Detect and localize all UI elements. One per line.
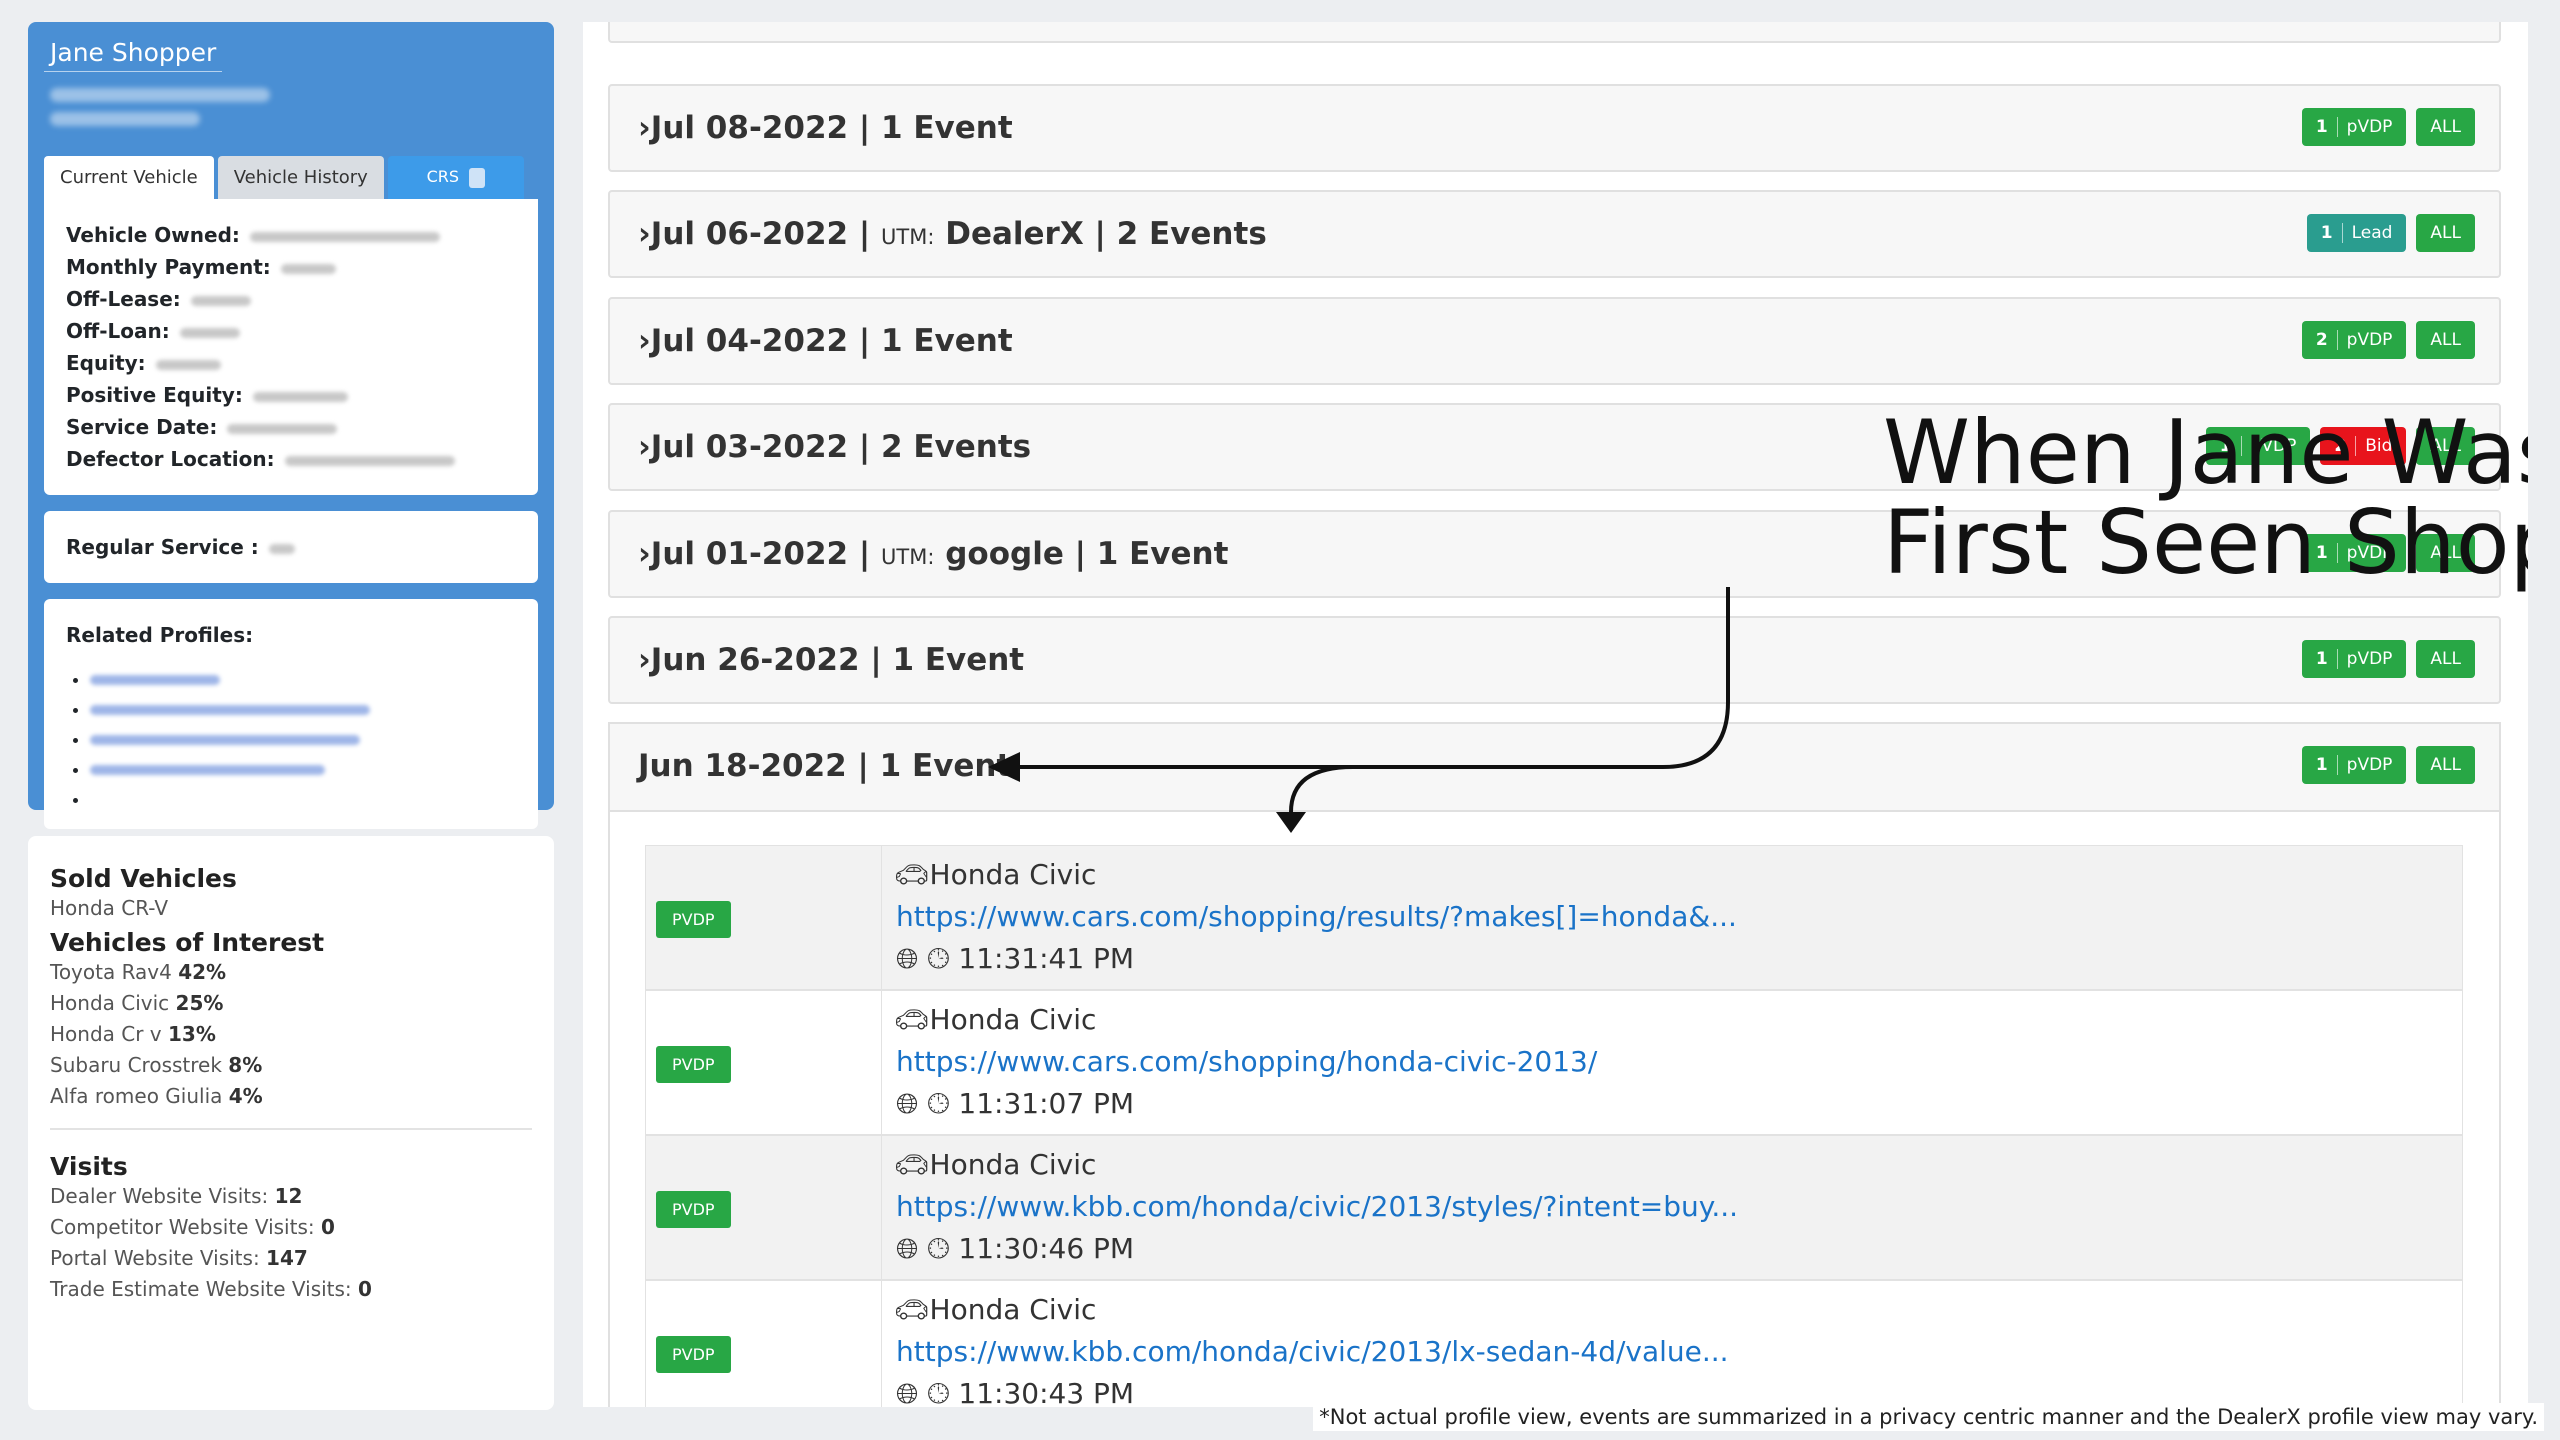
interest-item: Subaru Crosstrek 8% — [50, 1050, 532, 1081]
field-label: Defector Location — [66, 447, 267, 471]
session-timeline: ›Jul 22-2022 | 1 Event1pVDPALL›Jul 08-20… — [583, 22, 2528, 1407]
visit-value: 0 — [320, 1215, 335, 1239]
interest-name: Subaru Crosstrek — [50, 1053, 222, 1077]
related-profile-link[interactable] — [90, 789, 516, 819]
annotation-text: When Jane WasFirst Seen Shopping — [1883, 408, 2528, 588]
profile-tabs: Current Vehicle Vehicle History CRS — [44, 156, 538, 199]
redacted-email — [50, 88, 270, 102]
tab-current-vehicle[interactable]: Current Vehicle — [44, 156, 214, 199]
field-service-date: Service Date: — [66, 411, 516, 443]
visit-value: 12 — [274, 1184, 303, 1208]
arrow-head — [988, 752, 1020, 782]
sold-vehicles-title: Sold Vehicles — [50, 864, 237, 893]
arrow-line — [1289, 765, 1433, 813]
footnote: *Not actual profile view, events are sum… — [1313, 1403, 2544, 1431]
related-profiles-card: Related Profiles: — [44, 599, 538, 829]
interest-pct: 4% — [228, 1084, 263, 1108]
visit-stat: Portal Website Visits: 147 — [50, 1243, 532, 1274]
visit-label: Dealer Website Visits: — [50, 1184, 269, 1208]
arrow-head — [1276, 812, 1306, 833]
field-off-loan: Off-Loan: — [66, 315, 516, 347]
related-profiles-list — [90, 669, 516, 819]
interest-item: Honda Civic 25% — [50, 988, 532, 1019]
tab-crs-label: CRS — [426, 167, 460, 186]
related-profiles-label: Related Profiles: — [66, 623, 254, 647]
field-regular-service: Regular Service : — [66, 531, 516, 563]
field-label: Positive Equity — [66, 383, 235, 407]
visit-stat: Competitor Website Visits: 0 — [50, 1212, 532, 1243]
field-label: Service Date — [66, 415, 210, 439]
annotation-line: When Jane Was — [1883, 401, 2528, 504]
field-vehicle-owned: Vehicle Owned: — [66, 219, 516, 251]
annotation-line: First Seen Shopping — [1883, 491, 2528, 594]
field-positive-equity: Positive Equity: — [66, 379, 516, 411]
related-profile-link[interactable] — [90, 669, 516, 699]
field-label: Equity — [66, 351, 138, 375]
interest-name: Alfa romeo Giulia — [50, 1084, 223, 1108]
field-label: Regular Service : — [66, 535, 259, 559]
visits-title: Visits — [50, 1152, 128, 1181]
interest-pct: 13% — [168, 1022, 216, 1046]
annotation-arrows — [988, 587, 1730, 833]
field-label: Off-Loan — [66, 319, 162, 343]
interest-item: Toyota Rav4 42% — [50, 957, 532, 988]
field-equity: Equity: — [66, 347, 516, 379]
regular-service-card: Regular Service : — [44, 511, 538, 583]
sold-vehicle: Honda CR-V — [50, 896, 169, 920]
interest-pct: 8% — [228, 1053, 263, 1077]
vehicles-of-interest-title: Vehicles of Interest — [50, 928, 325, 957]
interest-name: Honda Civic — [50, 991, 170, 1015]
redacted-phone — [50, 112, 200, 126]
field-label: Vehicle Owned — [66, 223, 232, 247]
field-monthly-payment: Monthly Payment: — [66, 251, 516, 283]
profile-panel: Jane Shopper Current Vehicle Vehicle His… — [28, 22, 554, 829]
tab-crs[interactable]: CRS — [387, 156, 524, 199]
field-label: Monthly Payment — [66, 255, 263, 279]
tab-vehicle-history[interactable]: Vehicle History — [217, 156, 384, 199]
interest-item: Alfa romeo Giulia 4% — [50, 1081, 532, 1112]
visit-label: Trade Estimate Website Visits: — [50, 1277, 352, 1301]
related-profile-link[interactable] — [90, 729, 516, 759]
interest-name: Honda Cr v — [50, 1022, 162, 1046]
profile-name: Jane Shopper — [44, 30, 223, 72]
related-profile-link[interactable] — [90, 699, 516, 729]
interest-item: Honda Cr v 13% — [50, 1019, 532, 1050]
related-profile-link[interactable] — [90, 759, 516, 789]
interest-pct: 25% — [175, 991, 224, 1015]
arrow-line — [1003, 587, 1730, 769]
interest-name: Toyota Rav4 — [50, 960, 172, 984]
stats-card: Sold Vehicles Honda CR-V Vehicles of Int… — [28, 836, 554, 1410]
visit-label: Portal Website Visits: — [50, 1246, 260, 1270]
visit-stat: Dealer Website Visits: 12 — [50, 1181, 532, 1212]
visit-value: 0 — [358, 1277, 372, 1301]
current-vehicle-card: Vehicle Owned: Monthly Payment: Off-Leas… — [44, 199, 538, 495]
left-column: Jane Shopper Current Vehicle Vehicle His… — [28, 22, 554, 1410]
divider — [50, 1128, 532, 1130]
visit-stat: Trade Estimate Website Visits: 0 — [50, 1274, 532, 1305]
field-label: Off-Lease — [66, 287, 173, 311]
visit-label: Competitor Website Visits: — [50, 1215, 315, 1239]
field-defector-location: Defector Location: — [66, 443, 516, 475]
field-off-lease: Off-Lease: — [66, 283, 516, 315]
crs-icon — [469, 167, 486, 188]
interest-pct: 42% — [178, 960, 227, 984]
visit-value: 147 — [266, 1246, 308, 1270]
